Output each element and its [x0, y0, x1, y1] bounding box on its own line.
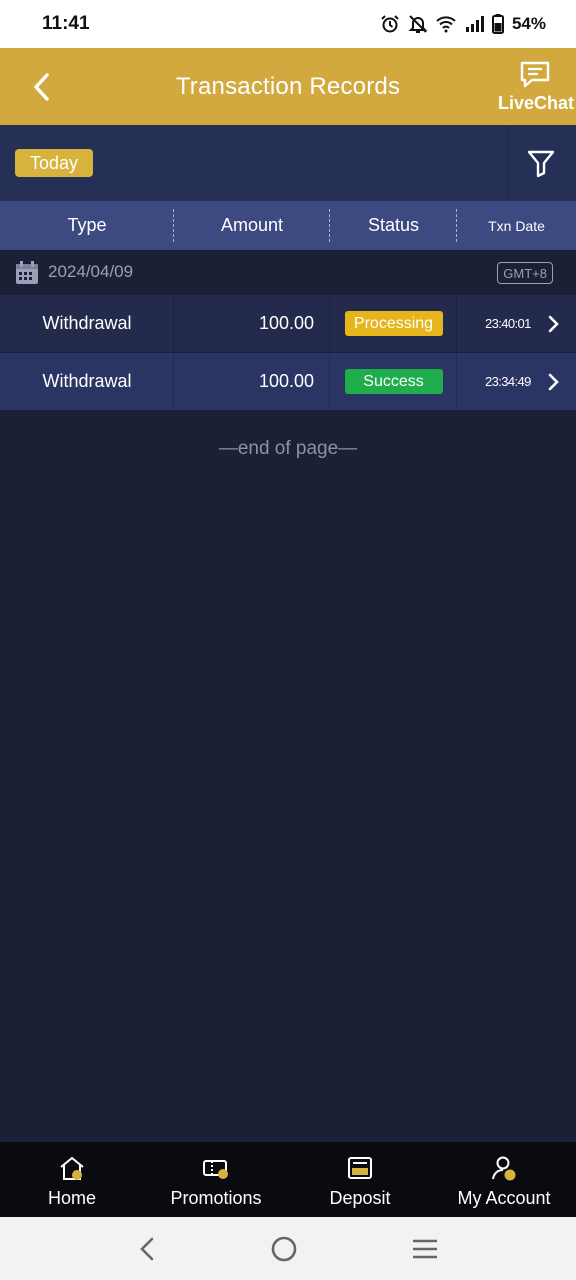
group-date: 2024/04/09 [48, 262, 134, 281]
column-header-amount: Amount [174, 201, 330, 250]
system-home-icon[interactable] [270, 1235, 298, 1263]
system-back-icon[interactable] [137, 1236, 157, 1262]
nav-deposit-label: Deposit [329, 1188, 391, 1208]
column-header-txn-date: Txn Date [488, 217, 545, 234]
nav-my-account-label: My Account [457, 1188, 551, 1208]
back-button[interactable] [26, 70, 56, 104]
mute-icon [408, 15, 428, 33]
account-icon [492, 1156, 516, 1181]
nav-deposit[interactable]: Deposit [288, 1142, 432, 1217]
dash-left: — [218, 438, 238, 459]
end-of-page-text: —end of page— [0, 438, 576, 460]
nav-my-account[interactable]: My Account [432, 1142, 576, 1217]
end-label: end of page [237, 438, 339, 459]
transaction-row[interactable]: Withdrawal 100.00 Success 23:34:49 [0, 353, 576, 410]
filter-bar: Today [0, 125, 576, 201]
transaction-type: Withdrawal [0, 295, 174, 352]
nav-promotions[interactable]: Promotions [144, 1142, 288, 1217]
page-title: Transaction Records [175, 72, 401, 100]
today-filter-button[interactable]: Today [15, 149, 94, 177]
timezone-badge: GMT+8 [497, 262, 553, 284]
transaction-type: Withdrawal [0, 353, 174, 410]
dash-right: — [338, 438, 358, 459]
app-header: Transaction Records LiveChat [0, 48, 576, 125]
calendar-icon [16, 261, 38, 284]
table-header: Type Amount Status Txn Date [0, 201, 576, 250]
system-recents-icon[interactable] [411, 1238, 439, 1260]
divider [508, 125, 509, 201]
transaction-status-cell: Processing [330, 295, 457, 352]
status-time: 11:41 [42, 13, 90, 34]
transaction-row[interactable]: Withdrawal 100.00 Processing 23:40:01 [0, 295, 576, 352]
chevron-right-icon[interactable] [548, 315, 560, 333]
battery-level: 54% [511, 14, 546, 33]
back-arrow-icon [34, 73, 49, 101]
livechat-button[interactable]: LiveChat [498, 60, 575, 114]
chat-bubble-icon [520, 61, 550, 88]
deposit-icon [348, 1157, 372, 1179]
column-header-type: Type [0, 201, 174, 250]
status-badge: Processing [344, 311, 443, 336]
transaction-amount: 100.00 [174, 353, 330, 410]
filter-button[interactable] [526, 148, 558, 180]
promotions-icon [203, 1160, 228, 1179]
nav-promotions-label: Promotions [170, 1188, 262, 1208]
home-icon [60, 1156, 84, 1180]
column-header-status: Status [330, 201, 457, 250]
status-bar: 11:41 54% [0, 0, 576, 48]
transaction-status-cell: Success [330, 353, 457, 410]
status-icons: 54% [380, 14, 546, 34]
nav-home[interactable]: Home [0, 1142, 144, 1217]
filter-funnel-icon [527, 150, 555, 178]
battery-icon [491, 14, 504, 34]
wifi-icon [436, 16, 456, 33]
date-group-row: 2024/04/09 GMT+8 [0, 250, 576, 295]
livechat-label: LiveChat [498, 93, 575, 113]
signal-icon [465, 16, 484, 32]
status-badge: Success [344, 369, 443, 394]
transaction-amount: 100.00 [174, 295, 330, 352]
nav-home-label: Home [47, 1188, 96, 1208]
system-navigation-bar [0, 1217, 576, 1280]
alarm-icon [381, 15, 399, 33]
bottom-navigation: Home Promotions Deposit My Account [0, 1142, 576, 1217]
chevron-right-icon[interactable] [548, 373, 560, 391]
